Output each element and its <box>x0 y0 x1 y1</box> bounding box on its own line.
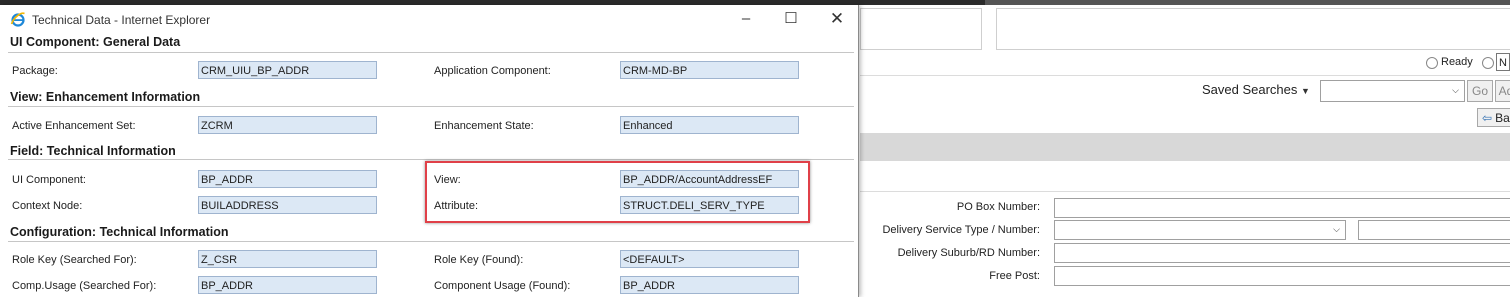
view-enhancement-heading: View: Enhancement Information <box>10 90 201 104</box>
component-usage-found-label: Component Usage (Found): <box>434 280 571 292</box>
package-field: CRM_UIU_BP_ADDR <box>198 61 377 79</box>
section-header-band <box>860 133 1510 161</box>
ready-radio[interactable] <box>1426 57 1438 69</box>
saved-searches-select[interactable]: ⌵ <box>1320 80 1465 102</box>
maximize-icon[interactable]: ☐ <box>780 9 802 29</box>
saved-searches-label: Saved Searches <box>1202 82 1298 97</box>
free-post-label: Free Post: <box>989 270 1040 282</box>
configuration-technical-heading: Configuration: Technical Information <box>10 225 229 239</box>
ready-label: Ready <box>1441 56 1473 68</box>
chevron-down-icon: ⌵ <box>1452 85 1459 95</box>
ui-component-label: UI Component: <box>12 174 86 186</box>
context-node-label: Context Node: <box>12 200 83 212</box>
delivery-service-type-select[interactable]: ⌵ <box>1054 220 1346 240</box>
role-key-searched-label: Role Key (Searched For): <box>12 254 137 266</box>
active-enhancement-set-label: Active Enhancement Set: <box>12 120 136 132</box>
delivery-service-type-label: Delivery Service Type / Number: <box>882 224 1040 236</box>
n-field[interactable]: N <box>1496 53 1510 71</box>
context-node-field: BUILADDRESS <box>198 196 377 214</box>
internet-explorer-icon <box>10 12 25 27</box>
enhancement-state-field: Enhanced <box>620 116 799 134</box>
technical-data-window: Technical Data - Internet Explorer – ☐ ✕… <box>0 5 859 297</box>
active-enhancement-set-field: ZCRM <box>198 116 377 134</box>
free-post-input[interactable] <box>1054 266 1510 286</box>
minimize-icon[interactable]: – <box>735 9 757 29</box>
delivery-service-number-input[interactable] <box>1358 220 1510 240</box>
package-label: Package: <box>12 65 58 77</box>
bg-text-area-right[interactable] <box>996 8 1510 50</box>
ui-component-field: BP_ADDR <box>198 170 377 188</box>
po-box-input[interactable] <box>1054 198 1510 218</box>
enhancement-state-label: Enhancement State: <box>434 120 534 132</box>
delivery-suburb-input[interactable] <box>1054 243 1510 263</box>
chevron-down-icon: ⌵ <box>1333 224 1340 234</box>
po-box-label: PO Box Number: <box>956 201 1040 213</box>
back-button[interactable]: ⇦ Ba <box>1477 108 1510 127</box>
back-arrow-icon: ⇦ <box>1482 111 1493 125</box>
comp-usage-searched-field: BP_ADDR <box>198 276 377 294</box>
close-icon[interactable]: ✕ <box>826 9 848 29</box>
application-component-label: Application Component: <box>434 65 551 77</box>
ui-component-heading: UI Component: General Data <box>10 35 181 49</box>
application-component-field: CRM-MD-BP <box>620 61 799 79</box>
bg-text-area-left[interactable] <box>860 8 982 50</box>
window-title: Technical Data - Internet Explorer <box>32 13 211 27</box>
role-key-searched-field: Z_CSR <box>198 250 377 268</box>
comp-usage-searched-label: Comp.Usage (Searched For): <box>12 280 157 292</box>
second-radio[interactable] <box>1482 57 1494 69</box>
component-usage-found-field: BP_ADDR <box>620 276 799 294</box>
window-title-bar[interactable]: Technical Data - Internet Explorer – ☐ ✕ <box>0 5 858 31</box>
advanced-button[interactable]: Ad <box>1495 80 1510 102</box>
delivery-suburb-label: Delivery Suburb/RD Number: <box>897 247 1040 259</box>
saved-searches-chevron-icon[interactable]: ▼ <box>1301 86 1310 96</box>
go-button[interactable]: Go <box>1467 80 1493 102</box>
highlight-box <box>425 161 810 223</box>
role-key-found-label: Role Key (Found): <box>434 254 524 266</box>
field-technical-heading: Field: Technical Information <box>10 144 176 158</box>
role-key-found-field: <DEFAULT> <box>620 250 799 268</box>
